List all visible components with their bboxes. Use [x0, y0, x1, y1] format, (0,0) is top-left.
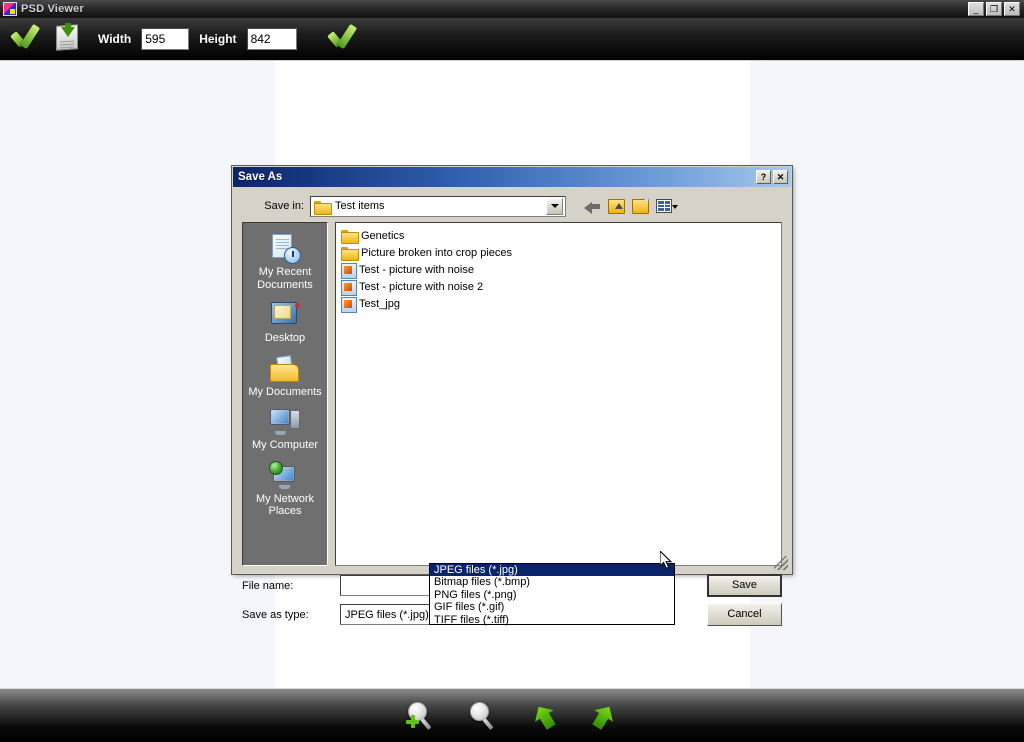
place-label: Desktop: [264, 332, 306, 344]
file-name: Picture broken into crop pieces: [361, 246, 513, 259]
file-list[interactable]: Genetics Picture broken into crop pieces…: [335, 222, 782, 566]
file-name: Test - picture with noise: [359, 263, 474, 276]
place-desktop[interactable]: Desktop: [243, 297, 327, 347]
rotate-left-icon[interactable]: [530, 701, 560, 731]
confirm-check-icon[interactable]: [327, 24, 361, 54]
close-button[interactable]: ✕: [1004, 2, 1020, 16]
apply-check-icon[interactable]: [10, 24, 44, 54]
place-my-documents[interactable]: My Documents: [243, 351, 327, 401]
height-input[interactable]: [246, 28, 297, 50]
height-label: Height: [199, 32, 237, 46]
application-window: PSD Viewer _ ❐ ✕ Width Height: [0, 0, 1024, 742]
recent-documents-icon: [269, 234, 301, 264]
cancel-button[interactable]: Cancel: [707, 603, 782, 626]
dialog-close-button[interactable]: ✕: [773, 170, 788, 184]
save-button[interactable]: Save: [707, 574, 782, 597]
my-computer-icon: [269, 407, 301, 437]
dropdown-option[interactable]: JPEG files (*.jpg): [430, 564, 674, 577]
place-my-network-places[interactable]: My Network Places: [243, 458, 327, 520]
dialog-titlebar: Save As ? ✕: [233, 167, 791, 187]
views-menu-icon[interactable]: [656, 199, 678, 214]
mouse-cursor: [660, 551, 673, 570]
place-label: My Network Places: [255, 492, 315, 518]
top-toolbar: Width Height: [0, 18, 1024, 60]
window-titlebar: PSD Viewer _ ❐ ✕: [0, 0, 1024, 18]
folder-icon: [341, 229, 359, 244]
save-in-value: Test items: [335, 200, 385, 212]
width-input[interactable]: [141, 28, 190, 50]
list-item[interactable]: Genetics: [339, 227, 778, 244]
save-as-type-value: JPEG files (*.jpg): [345, 608, 429, 621]
list-item[interactable]: Test - picture with noise 2: [339, 278, 778, 296]
restore-button[interactable]: ❐: [986, 2, 1002, 16]
my-network-places-icon: [269, 460, 301, 491]
place-my-recent-documents[interactable]: My Recent Documents: [243, 231, 327, 293]
dropdown-option[interactable]: Bitmap files (*.bmp): [430, 576, 674, 588]
my-documents-icon: [269, 354, 301, 384]
back-arrow-icon[interactable]: [584, 199, 601, 214]
resize-grip[interactable]: [774, 556, 788, 570]
save-in-combobox[interactable]: Test items: [310, 195, 566, 217]
places-bar: My Recent Documents Desktop My Documents: [242, 222, 328, 566]
image-file-icon: [341, 279, 357, 296]
width-label: Width: [98, 32, 132, 46]
save-as-dialog: Save As ? ✕ Save in: Test items ✶ My Rec…: [231, 165, 793, 626]
minimize-button[interactable]: _: [968, 2, 984, 16]
save-as-type-dropdown-list[interactable]: JPEG files (*.jpg) Bitmap files (*.bmp) …: [429, 563, 675, 626]
place-label: My Computer: [251, 439, 319, 451]
place-label: My Documents: [248, 385, 322, 398]
save-in-row: Save in: Test items: [234, 190, 790, 222]
zoom-in-icon[interactable]: [406, 701, 440, 731]
chevron-down-icon[interactable]: [546, 197, 563, 215]
zoom-out-icon[interactable]: [468, 701, 502, 731]
list-item[interactable]: Test - picture with noise: [339, 261, 778, 279]
bottom-toolbar: [0, 688, 1024, 742]
window-controls: _ ❐ ✕: [968, 2, 1020, 16]
help-button[interactable]: ?: [756, 170, 771, 184]
dropdown-option[interactable]: TIFF files (*.tiff): [430, 614, 674, 626]
list-item[interactable]: Test_jpg: [339, 295, 778, 313]
folder-icon: [314, 200, 332, 215]
dropdown-option[interactable]: PNG files (*.png): [430, 589, 674, 601]
save-in-label: Save in:: [264, 200, 304, 212]
dialog-title: Save As: [238, 171, 283, 183]
file-name-label: File name:: [242, 579, 294, 592]
file-name: Test_jpg: [359, 297, 400, 310]
rotate-right-icon[interactable]: [588, 701, 618, 731]
new-folder-icon[interactable]: [632, 195, 650, 214]
place-my-computer[interactable]: My Computer: [243, 404, 327, 454]
page-title: PSD Viewer: [21, 3, 84, 15]
list-item[interactable]: Picture broken into crop pieces: [339, 244, 778, 261]
place-label: My Recent Documents: [257, 266, 313, 291]
psd-app-icon: [3, 2, 17, 16]
image-file-icon: [341, 296, 357, 313]
desktop-icon: [269, 300, 301, 330]
dropdown-option[interactable]: GIF files (*.gif): [430, 601, 674, 613]
file-name: Genetics: [361, 229, 405, 242]
save-as-type-label: Save as type:: [242, 608, 309, 621]
folder-icon: [341, 246, 359, 261]
save-document-icon[interactable]: [54, 23, 88, 54]
file-name: Test - picture with noise 2: [359, 280, 484, 293]
up-one-level-icon[interactable]: [608, 198, 625, 214]
image-file-icon: [341, 262, 357, 279]
dialog-body: My Recent Documents Desktop My Documents: [234, 222, 790, 566]
